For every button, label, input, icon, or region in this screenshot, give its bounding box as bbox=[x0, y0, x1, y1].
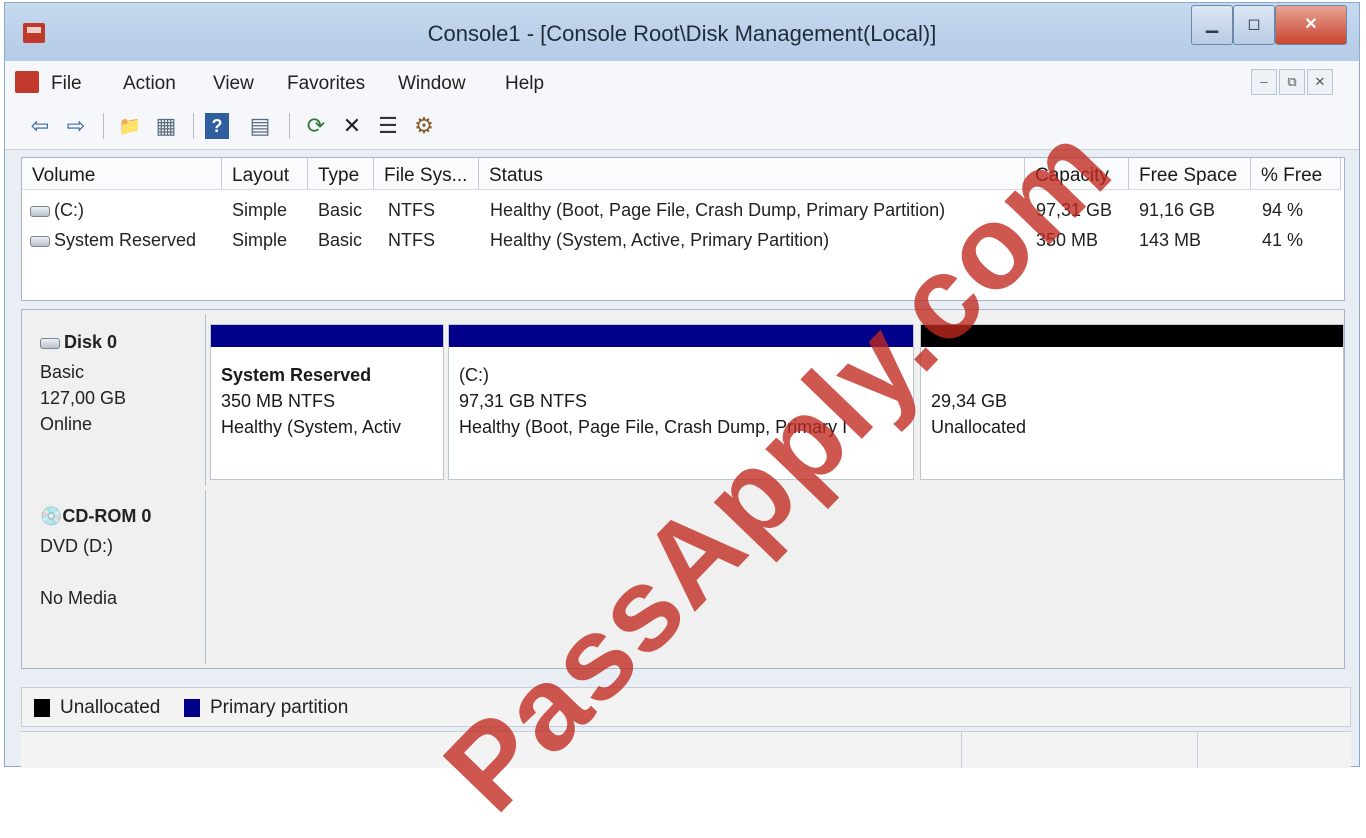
mdi-close-button[interactable]: ✕ bbox=[1307, 69, 1333, 95]
volume-cell: (C:) bbox=[30, 200, 84, 221]
legend-label-primary: Primary partition bbox=[210, 697, 349, 718]
percent-free-cell: 94 % bbox=[1262, 200, 1304, 220]
close-button[interactable]: ✕ bbox=[1275, 5, 1347, 45]
cdrom-0-media: No Media bbox=[40, 588, 118, 608]
column-header-free-space[interactable]: Free Space bbox=[1129, 158, 1251, 190]
window-title: Console1 - [Console Root\Disk Management… bbox=[427, 21, 937, 46]
show-hide-tree-icon[interactable]: ▦ bbox=[151, 111, 181, 141]
disk-0-title: Disk 0 bbox=[40, 332, 117, 353]
legend-swatch-primary bbox=[184, 699, 200, 717]
cd-drive-icon: 💿 bbox=[40, 506, 63, 526]
up-folder-icon[interactable]: 📁 bbox=[115, 111, 145, 141]
toolbar-separator bbox=[289, 113, 290, 139]
type-cell: Basic bbox=[318, 200, 363, 220]
legend-swatch-unallocated bbox=[34, 699, 50, 717]
drive-icon bbox=[30, 205, 50, 217]
menu-action[interactable]: Action bbox=[123, 73, 176, 95]
toolbar-separator bbox=[193, 113, 194, 139]
cdrom-0-label[interactable]: 💿CD-ROM 0 DVD (D:) No Media bbox=[26, 490, 206, 664]
cdrom-0-drive: DVD (D:) bbox=[40, 536, 113, 556]
cdrom-0-title: 💿CD-ROM 0 bbox=[40, 506, 151, 527]
status-bar bbox=[21, 731, 1351, 768]
toolbar: ⇦ ⇨ 📁 ▦ ? ▤ ⟳ ✕ ☰ ⚙ bbox=[5, 103, 1359, 150]
volume-name: System Reserved bbox=[54, 230, 197, 250]
disk-0-type: Basic bbox=[40, 362, 85, 382]
disk-0-state: Online bbox=[40, 414, 93, 434]
cdrom-title-text: CD-ROM 0 bbox=[62, 506, 152, 526]
volume-name: (C:) bbox=[54, 200, 84, 220]
partition-system-reserved[interactable]: System Reserved 350 MB NTFS Healthy (Sys… bbox=[210, 324, 444, 480]
column-header-percent-free[interactable]: % Free bbox=[1251, 158, 1341, 190]
type-cell: Basic bbox=[318, 230, 363, 250]
status-cell: Healthy (System, Active, Primary Partiti… bbox=[490, 230, 830, 250]
percent-free-cell: 41 % bbox=[1262, 230, 1304, 250]
volume-list: Volume Layout Type File Sys... Status Ca… bbox=[21, 157, 1345, 301]
free-space-cell: 91,16 GB bbox=[1139, 200, 1216, 220]
legend-label-unallocated: Unallocated bbox=[60, 697, 161, 718]
forward-icon[interactable]: ⇨ bbox=[61, 111, 91, 141]
disk-title-text: Disk 0 bbox=[64, 332, 118, 352]
drive-icon bbox=[30, 235, 50, 247]
properties-pane-icon[interactable]: ▤ bbox=[245, 111, 275, 141]
column-header-volume[interactable]: Volume bbox=[22, 158, 222, 190]
back-icon[interactable]: ⇦ bbox=[25, 111, 55, 141]
column-header-file-system[interactable]: File Sys... bbox=[374, 158, 479, 190]
partition-size: 97,31 GB NTFS bbox=[459, 391, 588, 411]
status-separator bbox=[1197, 732, 1198, 768]
mdi-minimize-button[interactable]: – bbox=[1251, 69, 1277, 95]
refresh-icon[interactable]: ⟳ bbox=[301, 111, 331, 141]
partition-status: Healthy (System, Activ bbox=[221, 417, 402, 437]
partition-size: 350 MB NTFS bbox=[221, 391, 336, 411]
maximize-button[interactable]: ◻ bbox=[1233, 5, 1275, 45]
column-header-layout[interactable]: Layout bbox=[222, 158, 308, 190]
partition-name: System Reserved bbox=[221, 365, 372, 385]
menu-file[interactable]: File bbox=[51, 73, 82, 95]
volume-cell: System Reserved bbox=[30, 230, 196, 251]
menu-window[interactable]: Window bbox=[398, 73, 466, 95]
console-menu-icon[interactable] bbox=[15, 71, 39, 93]
column-header-status[interactable]: Status bbox=[479, 158, 1025, 190]
properties-icon[interactable]: ☰ bbox=[373, 111, 403, 141]
status-separator bbox=[961, 732, 962, 768]
minimize-button[interactable]: ▁ bbox=[1191, 5, 1233, 45]
disk-icon bbox=[40, 337, 60, 349]
help-icon[interactable]: ? bbox=[205, 113, 229, 139]
menu-view[interactable]: View bbox=[213, 73, 254, 95]
delete-icon[interactable]: ✕ bbox=[337, 111, 367, 141]
disk-0-size: 127,00 GB bbox=[40, 388, 127, 408]
layout-cell: Simple bbox=[232, 200, 288, 220]
status-cell: Healthy (Boot, Page File, Crash Dump, Pr… bbox=[490, 200, 946, 220]
mdi-restore-button[interactable]: ⧉ bbox=[1279, 69, 1305, 95]
partition-name: (C:) bbox=[459, 365, 489, 385]
unallocated-label: Unallocated bbox=[931, 417, 1027, 437]
settings-icon[interactable]: ⚙ bbox=[409, 111, 439, 141]
menu-help[interactable]: Help bbox=[505, 73, 544, 95]
file-system-cell: NTFS bbox=[388, 230, 435, 250]
column-header-type[interactable]: Type bbox=[308, 158, 374, 190]
free-space-cell: 143 MB bbox=[1139, 230, 1202, 250]
menu-favorites[interactable]: Favorites bbox=[287, 73, 365, 95]
primary-partition-bar bbox=[211, 325, 443, 347]
disk-0-label[interactable]: Disk 0 Basic 127,00 GB Online bbox=[26, 314, 206, 486]
menu-bar: File Action View Favorites Window Help –… bbox=[5, 61, 1359, 104]
toolbar-separator bbox=[103, 113, 104, 139]
title-bar[interactable]: Console1 - [Console Root\Disk Management… bbox=[5, 3, 1359, 61]
file-system-cell: NTFS bbox=[388, 200, 435, 220]
layout-cell: Simple bbox=[232, 230, 288, 250]
legend-bar: Unallocated Primary partition bbox=[21, 687, 1351, 727]
